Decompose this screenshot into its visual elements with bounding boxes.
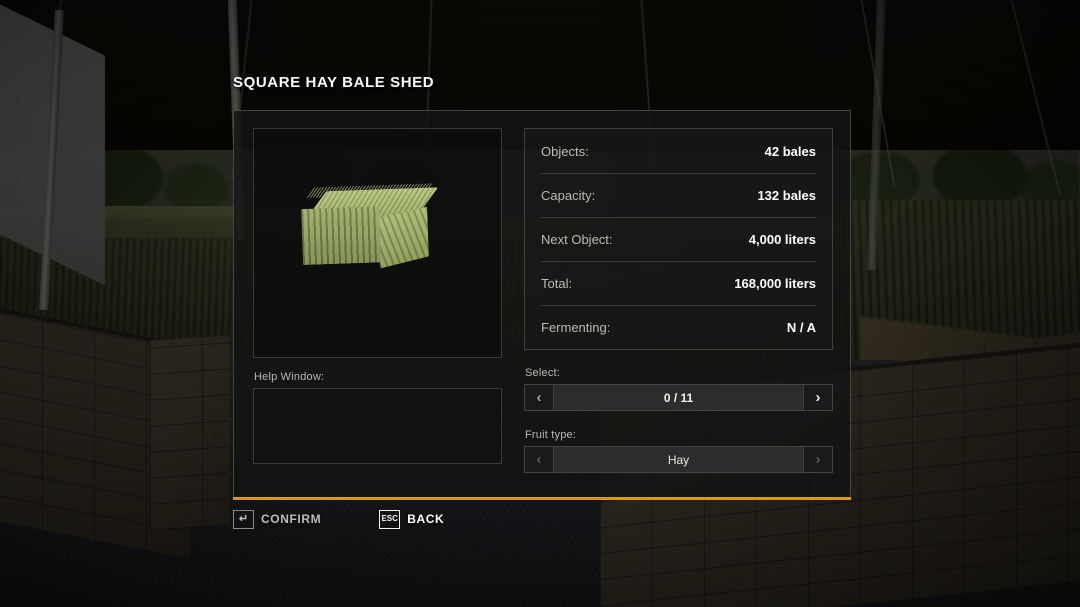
stats-table: Objects: 42 bales Capacity: 132 bales Ne… bbox=[524, 128, 833, 350]
back-button[interactable]: ESC BACK bbox=[379, 509, 445, 529]
select-value[interactable]: 0 / 11 bbox=[554, 385, 803, 410]
stat-label-fermenting: Fermenting: bbox=[541, 320, 611, 335]
footer-actions: ↵ CONFIRM ESC BACK bbox=[233, 507, 851, 531]
chevron-right-icon[interactable]: › bbox=[803, 447, 832, 472]
shed-info-dialog: Help Window: Objects: 42 bales Capacity:… bbox=[233, 110, 851, 500]
select-stepper[interactable]: ‹ 0 / 11 › bbox=[524, 384, 833, 411]
table-row: Next Object: 4,000 liters bbox=[541, 217, 816, 261]
square-hay-bale-icon bbox=[301, 183, 439, 269]
table-row: Objects: 42 bales bbox=[541, 129, 816, 173]
esc-key-icon: ESC bbox=[379, 509, 401, 529]
page-title: SQUARE HAY BALE SHED bbox=[233, 74, 435, 91]
back-label: BACK bbox=[407, 512, 445, 526]
fruit-type-stepper[interactable]: ‹ Hay › bbox=[524, 446, 833, 473]
table-row: Total: 168,000 liters bbox=[541, 261, 816, 305]
stat-value-capacity: 132 bales bbox=[757, 188, 816, 203]
chevron-right-icon[interactable]: › bbox=[803, 385, 832, 410]
confirm-label: CONFIRM bbox=[261, 512, 322, 526]
table-row: Fermenting: N / A bbox=[541, 305, 816, 349]
stat-label-capacity: Capacity: bbox=[541, 188, 596, 203]
fruit-type-label: Fruit type: bbox=[525, 429, 577, 441]
stat-label-objects: Objects: bbox=[541, 143, 589, 159]
table-row: Capacity: 132 bales bbox=[541, 173, 816, 217]
help-window-box bbox=[253, 388, 502, 464]
bale-side-face bbox=[378, 206, 429, 269]
stat-value-total: 168,000 liters bbox=[734, 276, 816, 291]
right-column: Objects: 42 bales Capacity: 132 bales Ne… bbox=[524, 128, 833, 473]
object-preview-panel bbox=[253, 128, 502, 358]
select-label: Select: bbox=[525, 367, 561, 379]
stat-label-next-object: Next Object: bbox=[541, 232, 613, 247]
fruit-type-value[interactable]: Hay bbox=[554, 447, 803, 472]
left-column: Help Window: bbox=[253, 128, 502, 464]
chevron-left-icon[interactable]: ‹ bbox=[525, 447, 554, 472]
confirm-button[interactable]: ↵ CONFIRM bbox=[233, 509, 322, 529]
dialog-accent-bar bbox=[233, 497, 851, 500]
help-window-label: Help Window: bbox=[254, 371, 325, 383]
enter-key-icon: ↵ bbox=[233, 509, 254, 529]
stat-value-next-object: 4,000 liters bbox=[748, 232, 816, 247]
stat-label-total: Total: bbox=[541, 276, 573, 291]
bale-front-face bbox=[301, 206, 382, 266]
stat-value-fermenting: N / A bbox=[786, 320, 816, 335]
chevron-left-icon[interactable]: ‹ bbox=[525, 385, 554, 410]
stat-value-objects: 42 bales bbox=[764, 143, 816, 159]
